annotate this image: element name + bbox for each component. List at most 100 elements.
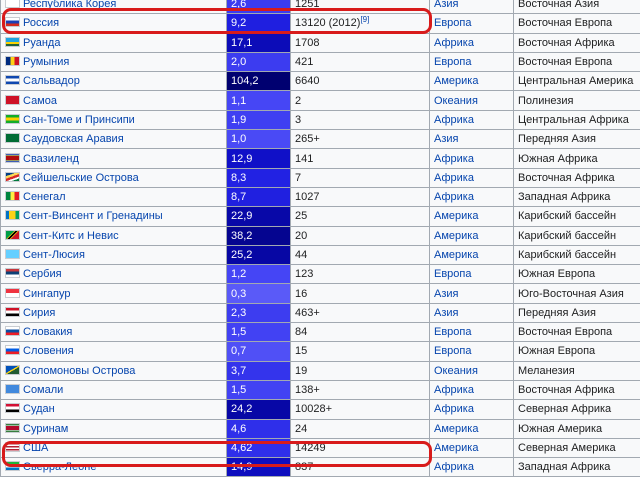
south-korea-flag [5,0,20,9]
slovenia-flag [5,345,20,356]
region-link[interactable]: Африка [434,461,474,473]
subregion-cell: Восточная Европа [513,322,640,343]
region-link[interactable]: Америка [434,75,478,87]
count-cell: 15 [290,341,430,362]
count-cell: 123 [290,264,430,285]
region-link[interactable]: Европа [434,268,472,280]
rate-cell: 14,9 [226,457,291,478]
table-row: Сербия 1,2 123 Европа Южная Европа [0,264,640,285]
region-cell: Африка [429,399,514,420]
count-cell: 13120 (2012)[9] [290,13,430,34]
table-row: Сейшельские Острова 8,3 7 Африка Восточная А… [0,167,640,188]
country-link[interactable]: Сьерра-Леоне [23,461,96,473]
subregion-cell: Карибский бассейн [513,206,640,227]
region-link[interactable]: Америка [434,210,478,222]
subregion-cell: Восточная Африка [513,379,640,401]
st-kitts-flag [5,229,20,240]
country-link[interactable]: США [23,442,48,454]
country-link[interactable]: Словения [23,345,74,357]
region-cell: Америка [429,437,514,459]
region-link[interactable]: Европа [434,17,472,29]
region-link[interactable]: Океания [434,365,478,377]
country-link[interactable]: Сирия [23,307,55,319]
sudan-flag [5,403,20,414]
table-row: Сальвадор 104,2 6640 Америка Центральная Аме… [0,71,640,92]
region-link[interactable]: Америка [434,423,478,435]
country-link[interactable]: Суринам [23,423,68,435]
region-cell: Африка [429,148,514,169]
region-link[interactable]: Океания [434,95,478,107]
sao-tome-flag [5,113,20,124]
region-link[interactable]: Европа [434,326,472,338]
region-cell: Америка [429,71,514,92]
country-cell: Соломоновы Острова [0,360,227,381]
rate-cell: 8,3 [226,167,291,188]
region-link[interactable]: Африка [434,37,474,49]
subregion-cell: Западная Африка [513,457,640,478]
region-link[interactable]: Азия [434,288,458,300]
region-link[interactable]: Африка [434,384,474,396]
region-cell: Африка [429,109,514,131]
rate-cell: 17,1 [226,32,291,53]
country-link[interactable]: Россия [23,17,59,29]
country-link[interactable]: Свазиленд [23,153,79,165]
region-link[interactable]: Америка [434,442,478,454]
count-cell: 6640 [290,71,430,92]
country-link[interactable]: Сингапур [23,288,71,300]
country-link[interactable]: Судан [23,403,55,415]
country-link[interactable]: Сан-Томе и Принсипи [23,114,135,126]
country-cell: Сирия [0,302,227,324]
table-row: Самоа 1,1 2 Океания Полинезия [0,90,640,111]
count-cell: 24 [290,418,430,439]
region-link[interactable]: Африка [434,191,474,203]
region-cell: Европа [429,13,514,34]
country-link[interactable]: Румыния [23,56,69,68]
region-cell: Африка [429,167,514,188]
region-link[interactable]: Азия [434,133,458,145]
country-cell: Сенегал [0,186,227,208]
region-link[interactable]: Азия [434,307,458,319]
rate-cell: 2,0 [226,51,291,73]
count-cell: 14249 [290,437,430,459]
region-link[interactable]: Азия [434,0,458,10]
country-link[interactable]: Соломоновы Острова [23,365,135,377]
region-link[interactable]: Африка [434,403,474,415]
table-row: Сьерра-Леоне 14,9 837 Африка Западная Африка [0,457,640,478]
country-link[interactable]: Сальвадор [23,75,80,87]
region-link[interactable]: Африка [434,153,474,165]
region-link[interactable]: Америка [434,230,478,242]
region-link[interactable]: Африка [434,172,474,184]
region-link[interactable]: Африка [434,114,474,126]
country-cell: Самоа [0,90,227,111]
region-link[interactable]: Европа [434,345,472,357]
rate-cell: 8,7 [226,186,291,208]
count-cell: 421 [290,51,430,73]
table-row: Россия 9,2 13120 (2012)[9] Европа Восточная … [0,13,640,34]
country-link[interactable]: Руанда [23,37,60,49]
region-cell: Европа [429,322,514,343]
region-cell: Африка [429,32,514,53]
country-link[interactable]: Сент-Китс и Невис [23,230,119,242]
reference-link[interactable]: [9] [360,15,369,24]
count-value: 2 [295,94,302,107]
count-value: 14249 [295,441,326,454]
country-link[interactable]: Сербия [23,268,62,280]
region-link[interactable]: Европа [434,56,472,68]
region-link[interactable]: Америка [434,249,478,261]
rate-cell: 104,2 [226,71,291,92]
count-cell: 3 [290,109,430,131]
country-link[interactable]: Саудовская Аравия [23,133,124,145]
country-link[interactable]: Сомали [23,384,63,396]
count-value: 1708 [295,36,320,49]
country-link[interactable]: Сент-Винсент и Гренадины [23,210,163,222]
country-link[interactable]: Самоа [23,95,57,107]
country-link[interactable]: Словакия [23,326,72,338]
country-link[interactable]: Сейшельские Острова [23,172,139,184]
country-link[interactable]: Республика Корея [23,0,116,10]
country-link[interactable]: Сенегал [23,191,66,203]
country-cell: Сомали [0,379,227,401]
country-link[interactable]: Сент-Люсия [23,249,85,261]
table-row: Сингапур 0,3 16 Азия Юго-Восточная Азия [0,283,640,304]
count-cell: 1251 [290,0,430,15]
table-row: Словения 0,7 15 Европа Южная Европа [0,341,640,362]
